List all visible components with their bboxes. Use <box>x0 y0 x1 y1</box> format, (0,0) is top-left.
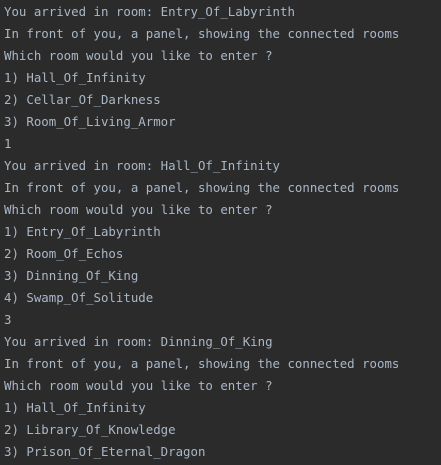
console-line: You arrived in room: Hall_Of_Infinity <box>4 158 281 173</box>
console-line: 1) Hall_Of_Infinity <box>4 70 146 85</box>
console-line: Which room would you like to enter ? <box>4 202 273 217</box>
user-input-line: 3 <box>4 312 12 327</box>
console-line: Which room would you like to enter ? <box>4 378 273 393</box>
console-line: 1) Entry_Of_Labyrinth <box>4 224 161 239</box>
user-input-line: 1 <box>4 136 12 151</box>
console-output: You arrived in room: Entry_Of_Labyrinth … <box>0 0 441 464</box>
console-line: 4) Swamp_Of_Solitude <box>4 290 154 305</box>
console-line: 2) Cellar_Of_Darkness <box>4 92 161 107</box>
console-line: In front of you, a panel, showing the co… <box>4 356 400 371</box>
console-line: You arrived in room: Entry_Of_Labyrinth <box>4 4 295 19</box>
console-line: In front of you, a panel, showing the co… <box>4 180 400 195</box>
console-line: 3) Dinning_Of_King <box>4 268 139 283</box>
console-line: In front of you, a panel, showing the co… <box>4 26 400 41</box>
console-line: 2) Room_Of_Echos <box>4 246 124 261</box>
console-line: 1) Hall_Of_Infinity <box>4 400 146 415</box>
console-line: 2) Library_Of_Knowledge <box>4 422 176 437</box>
console-line: You arrived in room: Dinning_Of_King <box>4 334 273 349</box>
console-line: 3) Room_Of_Living_Armor <box>4 114 176 129</box>
console-line: 3) Prison_Of_Eternal_Dragon <box>4 444 206 459</box>
console-line: Which room would you like to enter ? <box>4 48 273 63</box>
